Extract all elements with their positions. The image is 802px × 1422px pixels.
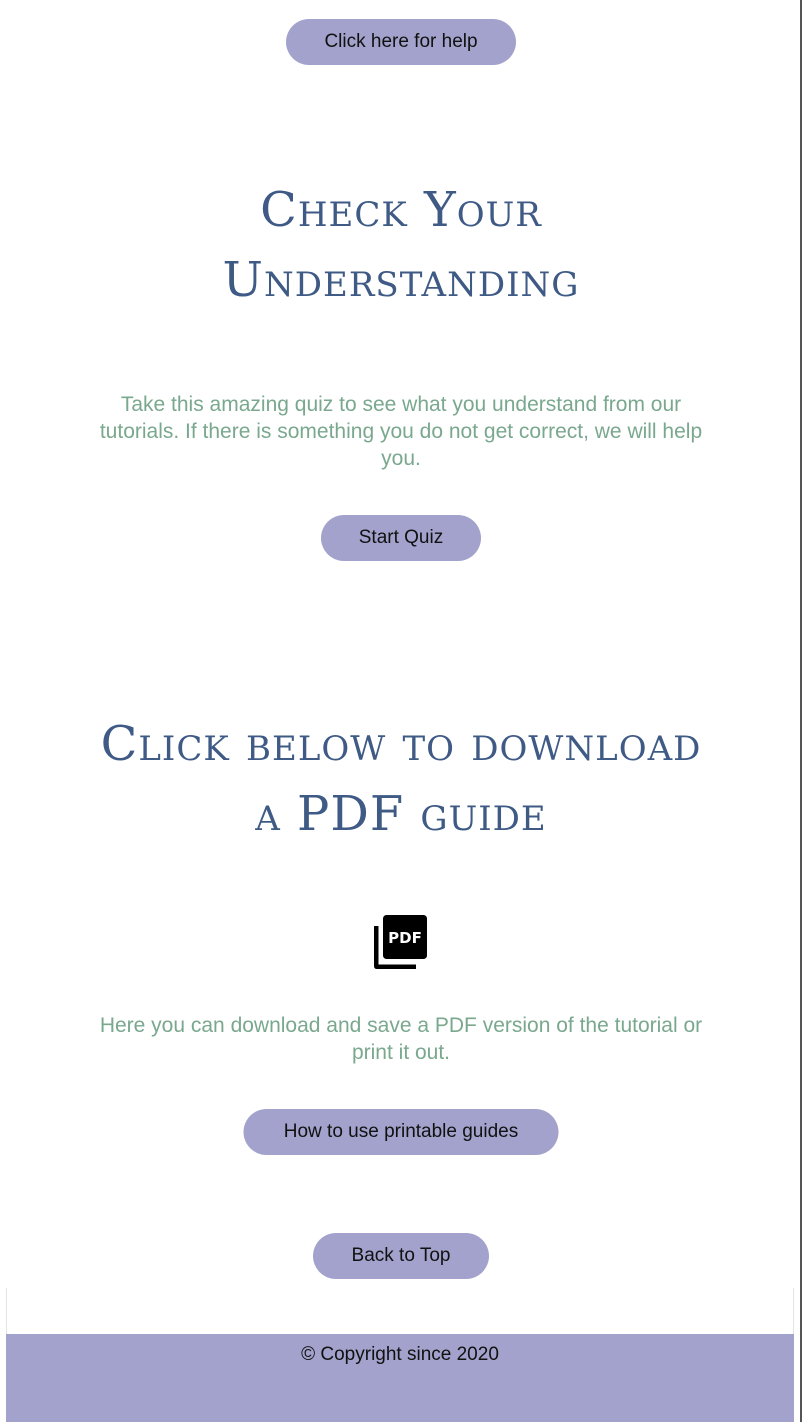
- printable-guides-button[interactable]: How to use printable guides: [243, 1109, 559, 1155]
- pdf-icon[interactable]: PDF: [372, 914, 428, 970]
- start-quiz-button[interactable]: Start Quiz: [321, 515, 481, 561]
- footer: © Copyright since 2020: [6, 1334, 794, 1422]
- download-description: Here you can download and save a PDF ver…: [99, 1014, 703, 1064]
- help-button[interactable]: Click here for help: [286, 19, 516, 65]
- quiz-heading-line1: Check Your: [260, 182, 542, 238]
- download-heading: Click below to download a PDF guide: [0, 709, 802, 849]
- quiz-description: Take this amazing quiz to see what you u…: [99, 393, 703, 470]
- back-to-top-button[interactable]: Back to Top: [313, 1233, 489, 1279]
- quiz-heading: Check Your Understanding: [0, 175, 802, 315]
- svg-text:PDF: PDF: [388, 929, 422, 947]
- download-heading-line1: Click below to download: [100, 716, 702, 772]
- copyright-text: © Copyright since 2020: [301, 1344, 499, 1365]
- quiz-heading-line2: Understanding: [222, 252, 580, 308]
- download-heading-line2: a PDF guide: [255, 786, 547, 842]
